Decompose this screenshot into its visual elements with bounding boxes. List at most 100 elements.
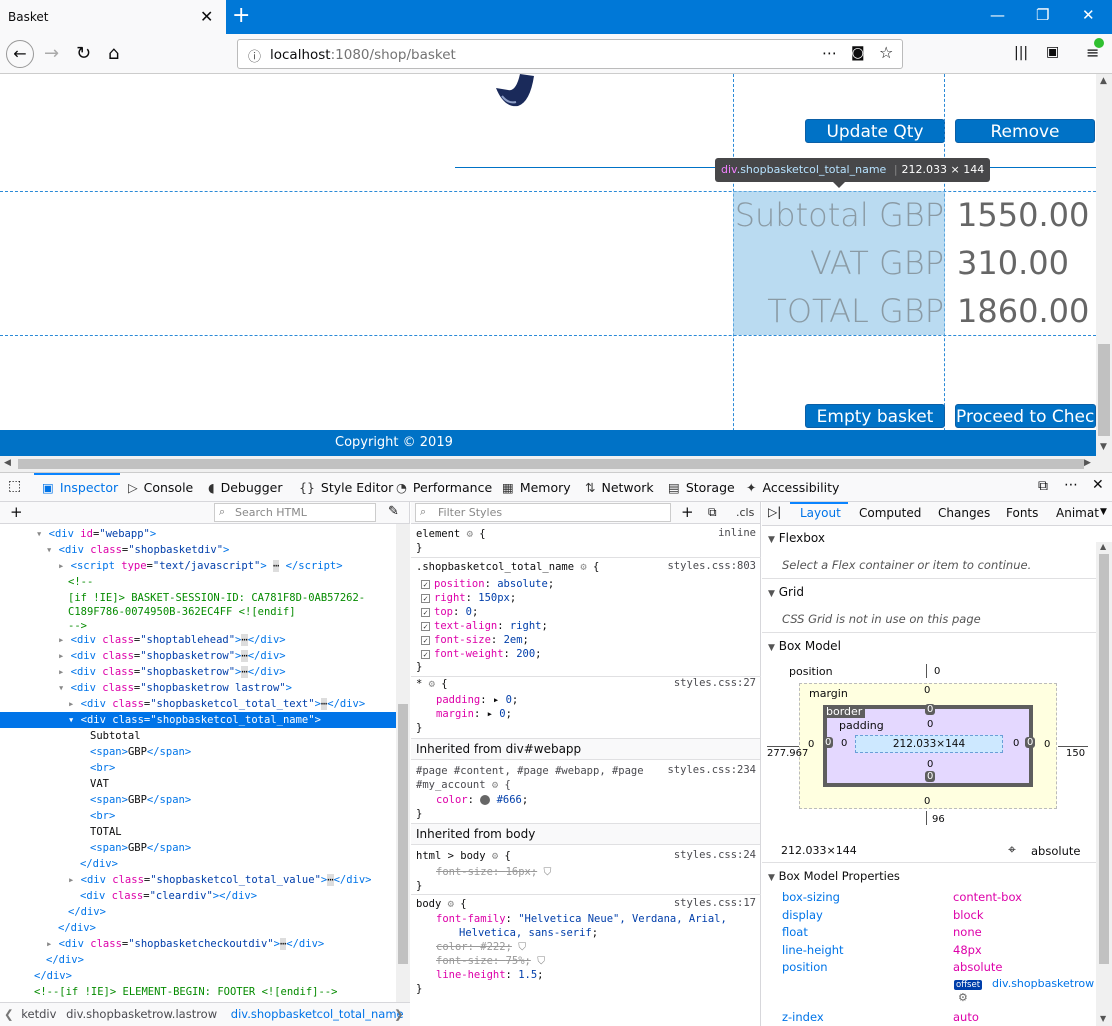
markup-node[interactable]: <div class="cleardiv"></div> [80,888,257,904]
tab-animations[interactable]: Animat [1056,506,1099,520]
tab-fonts[interactable]: Fonts [1006,506,1038,520]
padding-left[interactable]: 0 [841,738,847,749]
breadcrumb-item-selected[interactable]: div.shopbasketcol_total_name [231,1007,404,1021]
markup-node[interactable]: <span>GBP</span> [90,792,191,808]
toggle-sidebar-icon[interactable]: ▷| [768,505,781,519]
dock-icon[interactable]: ⧉ [1038,478,1048,494]
tab-layout[interactable]: Layout [800,506,841,520]
rule-source[interactable]: styles.css:27 [674,677,756,689]
rule-source[interactable]: styles.css:803 [667,560,756,572]
markup-node[interactable]: <br> [90,760,115,776]
breadcrumb-right-icon[interactable]: ❯ [394,1003,404,1025]
markup-node[interactable]: <span>GBP</span> [90,744,191,760]
filter-styles-input[interactable]: ⌕ Filter Styles [415,503,671,522]
scroll-thumb[interactable] [18,459,1084,469]
declaration-checkbox[interactable]: ✓ [421,621,430,631]
prop-value[interactable]: 48px [953,943,982,957]
declaration-checkbox[interactable]: ✓ [421,607,430,617]
markup-node[interactable]: ▸ <div class="shopbasketcol_total_value"… [68,872,372,888]
gear-icon[interactable]: ⚙ [958,991,968,1004]
close-tab-icon[interactable]: ✕ [200,7,213,26]
markup-node[interactable]: <br> [90,808,115,824]
forward-icon[interactable]: → [44,43,59,64]
margin-top[interactable]: 0 [924,685,930,696]
scroll-left-icon[interactable]: ◀ [4,458,11,468]
declaration-checkbox[interactable]: ✓ [421,635,430,645]
back-icon[interactable]: ← [6,40,34,68]
markup-node[interactable]: ▸ <script type="text/javascript"> ⋯ </sc… [58,558,343,574]
position-left[interactable]: 277.967 [767,748,808,759]
declaration-checkbox[interactable]: ✓ [421,579,430,589]
rule-selector[interactable]: element ⚙ { [416,526,486,542]
add-rule-icon[interactable]: + [681,503,694,521]
tab-debugger[interactable]: ◖ Debugger [208,480,282,495]
prop-value[interactable]: none [953,925,982,939]
box-model-header[interactable]: ▼ Box Model [762,639,1112,653]
declaration[interactable]: color: #666; [436,792,528,808]
update-qty-button[interactable]: Update Qty [805,119,945,143]
padding-top[interactable]: 0 [927,719,933,730]
tab-console[interactable]: ▷ Console [128,480,193,495]
declaration-checkbox[interactable]: ✓ [421,593,430,603]
border-right[interactable]: 0 [1025,737,1036,748]
markup-node[interactable]: ▾ <div id="webapp"> [36,526,156,542]
info-icon[interactable]: ⓘ [248,46,261,65]
library-icon[interactable]: ||| [1014,45,1028,61]
markup-text[interactable]: VAT [90,776,109,792]
close-window-icon[interactable]: ✕ [1082,6,1095,24]
scroll-thumb[interactable] [1098,344,1110,436]
rule-selector[interactable]: * ⚙ { [416,676,448,692]
empty-basket-button[interactable]: Empty basket [805,404,945,428]
margin-right[interactable]: 0 [1044,739,1050,750]
scroll-thumb[interactable] [1099,554,1109,964]
padding-right[interactable]: 0 [1013,738,1019,749]
new-tab-icon[interactable]: + [232,3,250,28]
markup-tree[interactable]: ▾ <div id="webapp"> ▾ <div class="shopba… [0,524,396,1004]
scroll-up-icon[interactable]: ▲ [1100,542,1106,551]
markup-text[interactable]: Subtotal [90,728,141,744]
page-actions-icon[interactable]: ⋯ [822,44,837,62]
markup-node-selected[interactable]: ▾ <div class="shopbasketcol_total_name"> [0,712,396,728]
markup-node[interactable]: ▸ <div class="shoptablehead">⋯</div> [58,632,286,648]
minimize-icon[interactable]: — [990,6,1005,24]
markup-comment[interactable]: C189F786-0074950B-362EC4FF <![endif] [68,604,296,620]
pocket-icon[interactable]: ◙ [851,45,865,61]
box-model-properties-header[interactable]: ▼ Box Model Properties [762,869,1112,883]
flexbox-header[interactable]: ▼ Flexbox [762,531,1112,545]
tab-network[interactable]: ⇅ Network [585,480,654,495]
markup-node[interactable]: </div> [34,968,72,984]
rule-selector[interactable]: #my_account ⚙ { [416,777,511,793]
scroll-up-icon[interactable]: ▲ [1100,76,1107,86]
rule-selector[interactable]: .shopbasketcol_total_name ⚙ { [416,559,599,575]
markup-node[interactable]: </div> [68,904,106,920]
declaration[interactable]: margin: ▸ 0; [436,706,512,722]
browser-tab[interactable]: Basket ✕ [0,0,226,34]
grid-header[interactable]: ▼ Grid [762,585,1112,599]
markup-node[interactable]: <span>GBP</span> [90,840,191,856]
tab-computed[interactable]: Computed [859,506,921,520]
tab-memory[interactable]: ▦ Memory [502,480,571,495]
horizontal-scrollbar[interactable]: ◀ ▶ [0,456,1112,472]
content-box[interactable]: 212.033×144 [855,735,1003,753]
remove-button[interactable]: Remove [955,119,1095,143]
markup-node[interactable]: ▸ <div class="shopbasketrow">⋯</div> [58,664,286,680]
declaration-checkbox[interactable]: ✓ [421,649,430,659]
sidebar-icon[interactable]: ▣ [1046,44,1059,60]
offset-parent-link[interactable]: div.shopbasketrow [992,977,1094,990]
tab-performance[interactable]: ◔ Performance [396,480,492,495]
markup-comment[interactable]: <!--[if !IE]> ELEMENT-BEGIN: FOOTER <![e… [34,984,337,1000]
declaration[interactable]: font-size: 16px; ⛉ [436,864,551,880]
add-node-icon[interactable]: + [10,503,23,521]
tab-style-editor[interactable]: {} Style Editor [299,480,393,495]
markup-node[interactable]: </div> [46,952,84,968]
padding-bottom[interactable]: 0 [927,759,933,770]
breadcrumb-left-icon[interactable]: ❮ [4,1007,14,1021]
markup-scrollbar[interactable] [396,524,410,1002]
color-swatch[interactable] [480,795,491,805]
scroll-thumb[interactable] [398,704,408,964]
border-left[interactable]: 0 [823,737,834,748]
cls-toggle[interactable]: .cls [736,506,754,519]
breadcrumb-item[interactable]: div.shopbasketrow.lastrow [66,1007,217,1021]
scroll-down-icon[interactable]: ▼ [1100,1014,1106,1023]
tab-storage[interactable]: ▤ Storage [668,480,735,495]
